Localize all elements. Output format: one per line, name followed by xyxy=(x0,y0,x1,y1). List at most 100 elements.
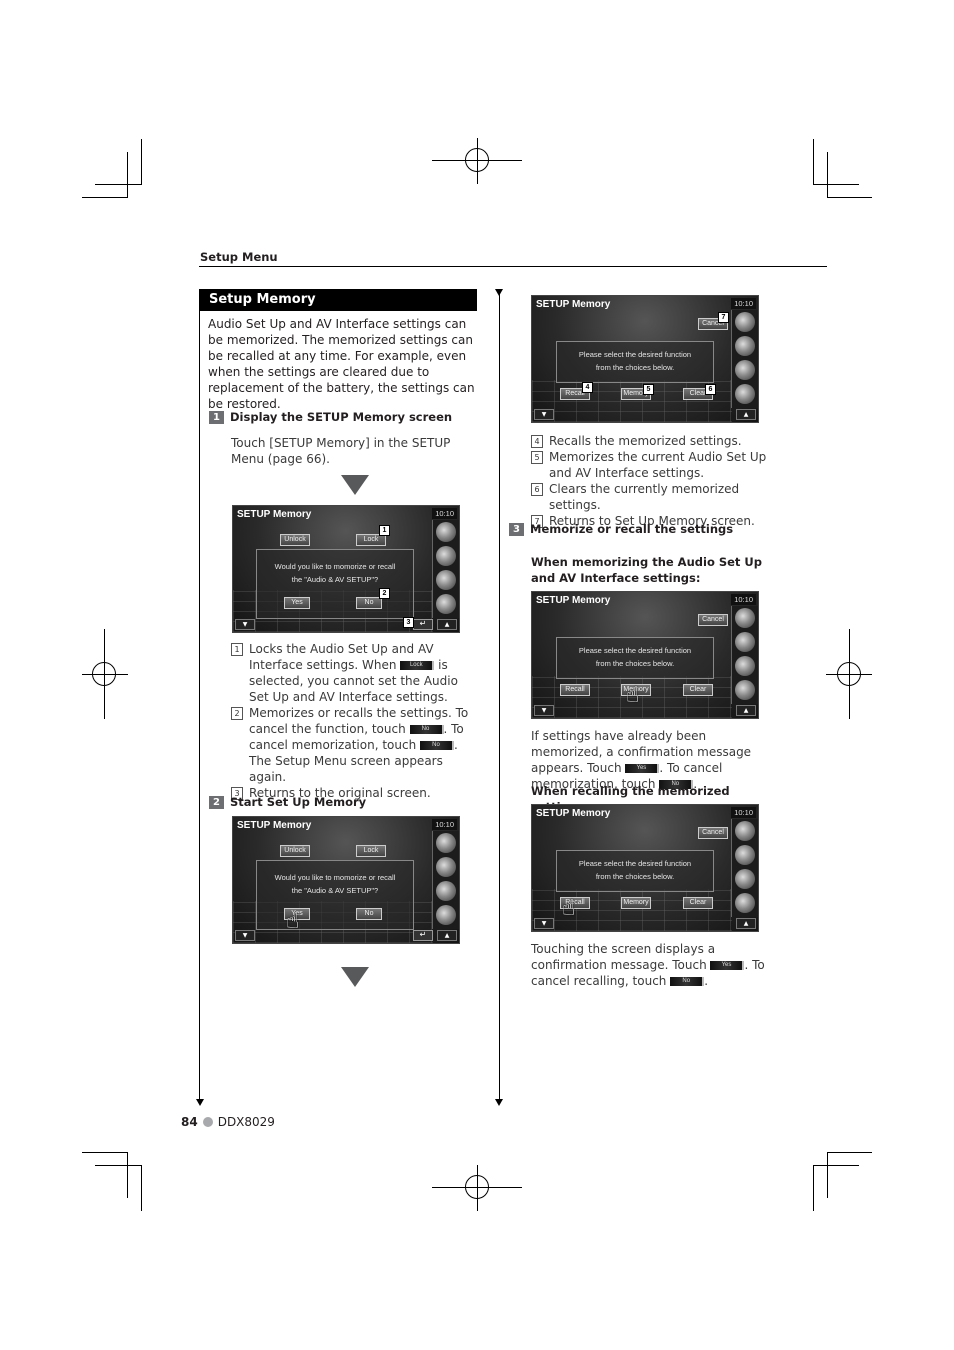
footer-down-button[interactable]: ▼ xyxy=(235,930,255,941)
right-column-rule xyxy=(499,294,500,1101)
source-icon[interactable] xyxy=(735,608,755,628)
dialog-message-line-2: the "Audio & AV SETUP"? xyxy=(291,886,379,895)
dialog-message-line-1: Would you like to momorize or recall xyxy=(274,873,396,882)
cancel-button[interactable]: Cancel xyxy=(698,827,728,839)
screen-side-menu xyxy=(731,310,758,408)
footer-down-button[interactable]: ▼ xyxy=(534,409,554,420)
lock-button[interactable]: Lock xyxy=(356,845,386,857)
clear-button[interactable]: Clear xyxy=(683,897,713,909)
page-title: Setup Memory xyxy=(200,289,477,311)
screen-title: SETUP Memory xyxy=(536,299,611,310)
page-number: 84 xyxy=(181,1115,198,1129)
settings-icon[interactable] xyxy=(735,680,755,700)
step-3-title: Memorize or recall the settings xyxy=(530,522,734,536)
left-column-rule xyxy=(199,289,200,1101)
select-dialog: Please select the desired function from … xyxy=(556,341,714,383)
speaker-icon[interactable] xyxy=(735,656,755,676)
no-button[interactable]: No xyxy=(356,908,382,920)
item-number: 1 xyxy=(231,643,243,656)
section-header: Setup Menu xyxy=(200,250,278,264)
step-2-heading: 2 Start Set Up Memory xyxy=(209,795,366,809)
callout-6: 6 xyxy=(705,384,716,395)
step-2-title: Start Set Up Memory xyxy=(230,795,367,809)
touch-hand-icon: ☝ xyxy=(626,683,640,708)
page-footer: 84 DDX8029 xyxy=(181,1115,275,1129)
media-icon[interactable] xyxy=(735,336,755,356)
item-number: 6 xyxy=(531,483,543,496)
screen-setup-memory-confirm: SETUP Memory 10:10 Unlock Lock Would you… xyxy=(232,505,460,633)
media-icon[interactable] xyxy=(436,546,456,566)
footer-down-button[interactable]: ▼ xyxy=(534,705,554,716)
screen-title: SETUP Memory xyxy=(536,595,611,606)
footer-up-button[interactable]: ▲ xyxy=(437,619,457,630)
settings-icon[interactable] xyxy=(735,893,755,913)
memory-button[interactable]: Memory xyxy=(621,897,651,909)
inline-no-button: No xyxy=(420,741,454,750)
list-item: 4 Recalls the memorized settings. xyxy=(531,433,781,449)
footer-dot-icon xyxy=(202,1117,213,1127)
source-icon[interactable] xyxy=(735,312,755,332)
dialog-message-line-1: Please select the desired function xyxy=(578,646,692,655)
screen-clock: 10:10 xyxy=(731,298,756,309)
settings-icon[interactable] xyxy=(436,905,456,925)
select-dialog: Please select the desired function from … xyxy=(556,637,714,679)
footer-down-button[interactable]: ▼ xyxy=(534,918,554,929)
footer-down-button[interactable]: ▼ xyxy=(235,619,255,630)
speaker-icon[interactable] xyxy=(436,881,456,901)
model-name: DDX8029 xyxy=(217,1115,275,1129)
media-icon[interactable] xyxy=(735,845,755,865)
step-1-title: Display the SETUP Memory screen xyxy=(230,410,453,424)
inline-yes-button: Yes xyxy=(710,961,745,970)
screen-side-menu xyxy=(731,819,758,917)
callout-list-1: 1 Locks the Audio Set Up and AV Interfac… xyxy=(231,641,476,801)
left-column-arrow-icon xyxy=(196,1099,204,1106)
step-3-number: 3 xyxy=(509,523,524,536)
return-button[interactable]: ↵ xyxy=(413,930,433,941)
speaker-icon[interactable] xyxy=(436,570,456,590)
source-icon[interactable] xyxy=(735,821,755,841)
speaker-icon[interactable] xyxy=(735,869,755,889)
touch-hand-icon: ☝ xyxy=(286,909,300,934)
footer-up-button[interactable]: ▲ xyxy=(736,918,756,929)
callout-2: 2 xyxy=(379,588,390,599)
screen-title: SETUP Memory xyxy=(237,820,312,831)
step-1-number: 1 xyxy=(209,411,224,424)
media-icon[interactable] xyxy=(735,632,755,652)
screen-setup-memory-select: SETUP Memory 10:10 Cancel Please select … xyxy=(531,295,759,423)
screen-side-menu xyxy=(731,606,758,704)
unlock-button[interactable]: Unlock xyxy=(280,845,310,857)
dialog-message-line-2: the "Audio & AV SETUP"? xyxy=(291,575,379,584)
return-button[interactable]: ↵ xyxy=(413,619,433,630)
flow-down-arrow-icon xyxy=(341,967,369,987)
dialog-message-line-1: Would you like to momorize or recall xyxy=(274,562,396,571)
media-icon[interactable] xyxy=(436,857,456,877)
flow-down-arrow-icon xyxy=(341,475,369,495)
footer-up-button[interactable]: ▲ xyxy=(736,705,756,716)
unlock-button[interactable]: Unlock xyxy=(280,534,310,546)
screen-title: SETUP Memory xyxy=(237,509,312,520)
footer-up-button[interactable]: ▲ xyxy=(736,409,756,420)
screen-side-menu xyxy=(432,520,459,618)
cancel-button[interactable]: Cancel xyxy=(698,614,728,626)
dialog-message-line-2: from the choices below. xyxy=(595,659,675,668)
list-item: 5 Memorizes the current Audio Set Up and … xyxy=(531,449,781,481)
callout-1: 1 xyxy=(379,525,390,536)
settings-icon[interactable] xyxy=(436,594,456,614)
screen-memorize: SETUP Memory 10:10 Cancel Please select … xyxy=(531,591,759,719)
screen-side-menu xyxy=(432,831,459,929)
dialog-message-line-1: Please select the desired function xyxy=(578,350,692,359)
source-icon[interactable] xyxy=(436,522,456,542)
recall-button[interactable]: Recall xyxy=(560,684,590,696)
source-icon[interactable] xyxy=(436,833,456,853)
footer-up-button[interactable]: ▲ xyxy=(437,930,457,941)
intro-paragraph: Audio Set Up and AV Interface settings c… xyxy=(208,317,475,411)
clear-button[interactable]: Clear xyxy=(683,684,713,696)
step-1-heading: 1 Display the SETUP Memory screen xyxy=(209,410,452,424)
inline-no-button: No xyxy=(409,725,444,734)
screen-clock: 10:10 xyxy=(432,508,457,519)
step-1-text: Touch [SETUP Memory] in the SETUP Menu (… xyxy=(231,436,451,466)
speaker-icon[interactable] xyxy=(735,360,755,380)
settings-icon[interactable] xyxy=(735,384,755,404)
screen-clock: 10:10 xyxy=(731,807,756,818)
yes-button[interactable]: Yes xyxy=(284,597,310,609)
